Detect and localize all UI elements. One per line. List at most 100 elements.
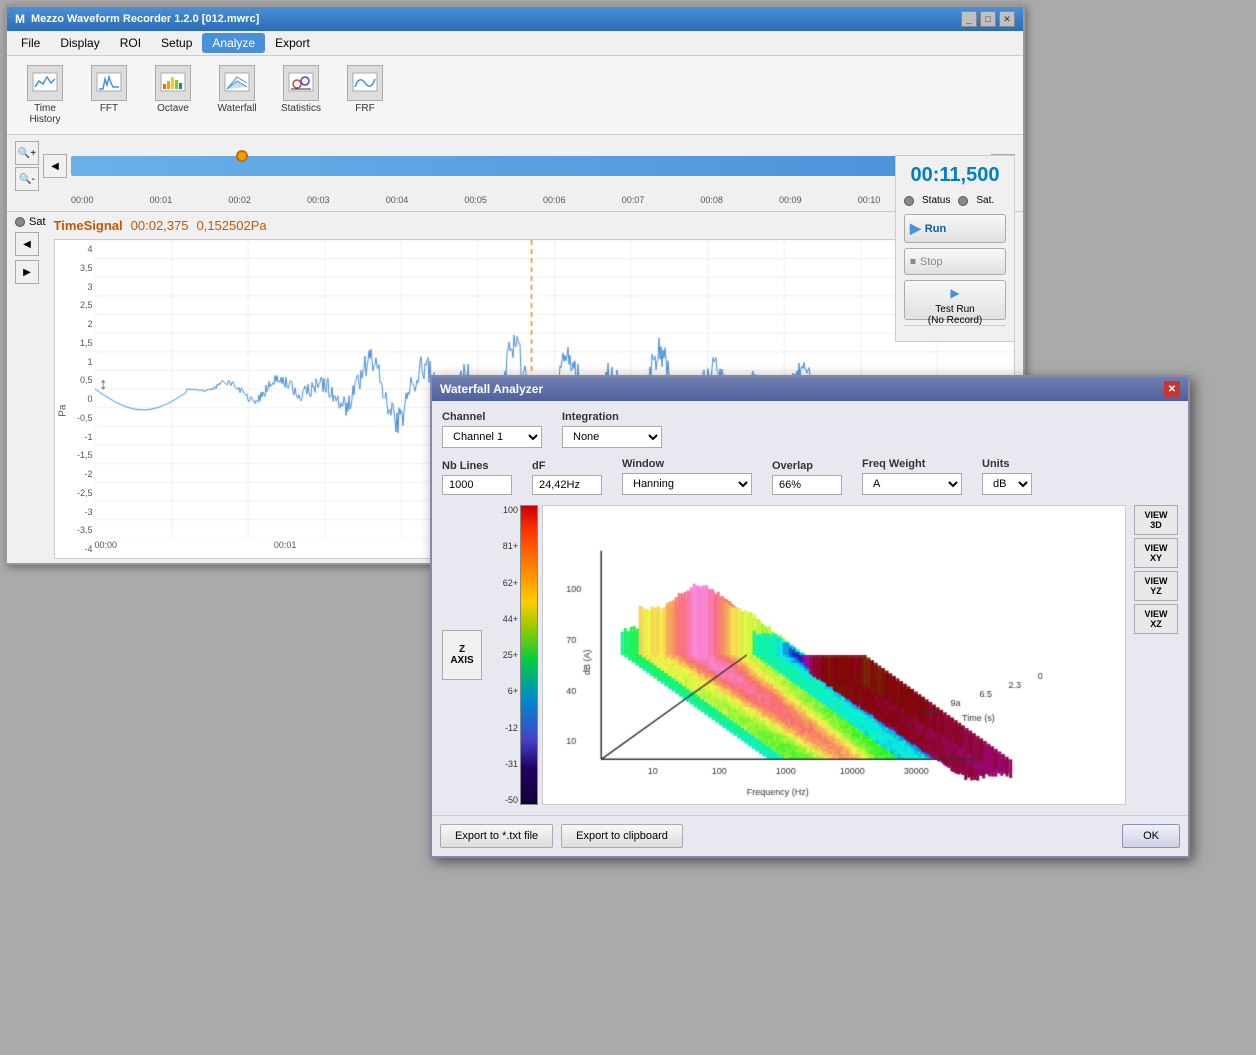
toolbar-btn-octave[interactable]: Octave [143, 60, 203, 130]
window-label: Window [622, 458, 752, 470]
z-axis-button[interactable]: ZAXIS [442, 630, 482, 680]
toolbar-btn-waterfall[interactable]: Waterfall [207, 60, 267, 130]
dialog-footer: Export to *.txt file Export to clipboard… [432, 815, 1188, 856]
run-button[interactable]: ▶ Run [904, 214, 1006, 243]
run-play-icon: ▶ [910, 220, 921, 237]
status-dot [904, 196, 914, 206]
window-select[interactable]: Hanning [622, 473, 752, 495]
window-title: Mezzo Waveform Recorder 1.2.0 [012.mwrc] [31, 13, 259, 25]
units-label: Units [982, 458, 1032, 470]
view-yz-button[interactable]: VIEWYZ [1134, 571, 1178, 601]
stop-button[interactable]: ⏹ Stop [904, 248, 1006, 275]
colorbar-val-3: 44+ [494, 614, 518, 624]
menu-export[interactable]: Export [265, 33, 320, 53]
toolbar-btn-time-history[interactable]: Time History [15, 60, 75, 130]
colorbar-labels: 100 81+ 62+ 44+ 25+ 6+ -12 -31 -50 [494, 505, 518, 805]
overlap-label: Overlap [772, 460, 842, 472]
footer-left-buttons: Export to *.txt file Export to clipboard [440, 824, 683, 848]
freqweight-group: Freq Weight A [862, 458, 962, 495]
signal-value: 0,152502Pa [196, 218, 266, 233]
signal-prev-button[interactable]: ◀ [15, 232, 39, 256]
toolbar-btn-frf[interactable]: FRF [335, 60, 395, 130]
signal-next-button[interactable]: ▶ [15, 260, 39, 284]
z-axis-container: ZAXIS [442, 505, 490, 805]
sat-dot [15, 217, 25, 227]
fft-icon [91, 65, 127, 101]
statistics-label: Statistics [281, 103, 321, 114]
waterfall-icon [219, 65, 255, 101]
df-group: dF [532, 460, 602, 495]
stop-label: Stop [920, 256, 943, 268]
integration-select[interactable]: None [562, 426, 662, 448]
freqweight-select[interactable]: A [862, 473, 962, 495]
zoom-in-button[interactable]: 🔍+ [15, 141, 39, 165]
channel-select[interactable]: Channel 1 [442, 426, 542, 448]
dialog-title-bar: Waterfall Analyzer ✕ [432, 377, 1188, 401]
toolbar-btn-fft[interactable]: FFT [79, 60, 139, 130]
df-input[interactable] [532, 475, 602, 495]
colorbar-val-7: -31 [494, 759, 518, 769]
colorbar-val-6: -12 [494, 723, 518, 733]
timeline-bar[interactable] [71, 156, 987, 176]
ruler-tick-4: 00:04 [386, 195, 465, 205]
ruler-tick-3: 00:03 [307, 195, 386, 205]
waterfall-3d-chart [542, 505, 1126, 805]
close-button[interactable]: ✕ [999, 11, 1015, 27]
waterfall-canvas [543, 506, 1125, 804]
status-label: Status [922, 195, 950, 206]
nblines-input[interactable] [442, 475, 512, 495]
ruler-tick-5: 00:05 [464, 195, 543, 205]
overlap-input[interactable] [772, 475, 842, 495]
view-xz-button[interactable]: VIEWXZ [1134, 604, 1178, 634]
nblines-label: Nb Lines [442, 460, 512, 472]
colorbar-val-5: 6+ [494, 686, 518, 696]
toolbar-btn-statistics[interactable]: Statistics [271, 60, 331, 130]
colorbar-val-8: -50 [494, 795, 518, 805]
separator [904, 325, 1006, 333]
time-history-icon [27, 65, 63, 101]
units-select[interactable]: dB [982, 473, 1032, 495]
ruler-tick-8: 00:08 [700, 195, 779, 205]
menu-bar: File Display ROI Setup Analyze Export [7, 31, 1023, 56]
params-row: Nb Lines dF Window Hanning Overlap Freq … [442, 458, 1178, 495]
export-clipboard-button[interactable]: Export to clipboard [561, 824, 683, 848]
export-txt-button[interactable]: Export to *.txt file [440, 824, 553, 848]
nblines-group: Nb Lines [442, 460, 512, 495]
time-display: 00:11,500 [904, 164, 1006, 187]
ruler-tick-0: 00:00 [71, 195, 150, 205]
colorbar-val-1: 81+ [494, 541, 518, 551]
zoom-out-button[interactable]: 🔍- [15, 167, 39, 191]
ruler-tick-2: 00:02 [228, 195, 307, 205]
integration-group: Integration None [562, 411, 662, 448]
signal-controls: Sat ◀ ▶ [15, 216, 46, 559]
zoom-controls: 🔍+ 🔍- [15, 141, 39, 191]
timeline-position-marker[interactable] [236, 150, 248, 162]
test-run-button[interactable]: ▶ Test Run (No Record) [904, 280, 1006, 320]
menu-analyze[interactable]: Analyze [202, 33, 265, 53]
dialog-close-button[interactable]: ✕ [1164, 381, 1180, 397]
menu-file[interactable]: File [11, 33, 50, 53]
menu-display[interactable]: Display [50, 33, 109, 53]
right-panel: 00:11,500 Status Sat. ▶ Run ⏹ Stop ▶ Tes… [895, 155, 1015, 342]
timeline-ruler: 00:00 00:01 00:02 00:03 00:04 00:05 00:0… [71, 195, 1015, 205]
channel-group: Channel Channel 1 [442, 411, 542, 448]
channel-integration-row: Channel Channel 1 Integration None [442, 411, 1178, 448]
app-icon: M [15, 12, 25, 26]
toolbar: Time History FFT [7, 56, 1023, 135]
status-row: Status Sat. [904, 195, 1006, 206]
view-xy-button[interactable]: VIEWXY [1134, 538, 1178, 568]
minimize-button[interactable]: _ [961, 11, 977, 27]
prev-button[interactable]: ◀ [43, 154, 67, 178]
menu-roi[interactable]: ROI [110, 33, 151, 53]
sat-status-label: Sat. [976, 195, 994, 206]
menu-setup[interactable]: Setup [151, 33, 202, 53]
signal-title: TimeSignal [54, 218, 123, 233]
maximize-button[interactable]: □ [980, 11, 996, 27]
chart-y-axis: 4 3,5 3 2,5 2 1,5 1 0,5 0 -0,5 -1 -1,5 -… [55, 240, 95, 558]
ruler-tick-6: 00:06 [543, 195, 622, 205]
waterfall-label: Waterfall [217, 103, 256, 114]
octave-label: Octave [157, 103, 189, 114]
sat-indicator: Sat [15, 216, 46, 228]
ok-button[interactable]: OK [1122, 824, 1180, 848]
view-3d-button[interactable]: VIEW3D [1134, 505, 1178, 535]
